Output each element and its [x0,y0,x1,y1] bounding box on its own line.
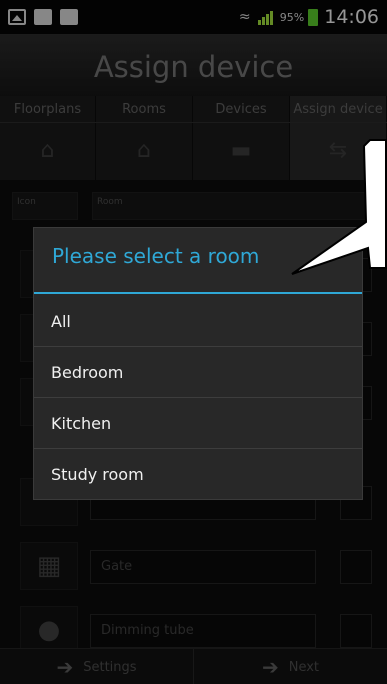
room-option-all[interactable]: All [34,296,362,348]
room-option-study-room[interactable]: Study room [34,449,362,501]
dialog-title: Please select a room [52,244,260,268]
room-option-bedroom[interactable]: Bedroom [34,347,362,399]
dialog-title-divider [34,292,362,294]
callout-bubble [291,139,387,275]
room-option-kitchen[interactable]: Kitchen [34,398,362,450]
